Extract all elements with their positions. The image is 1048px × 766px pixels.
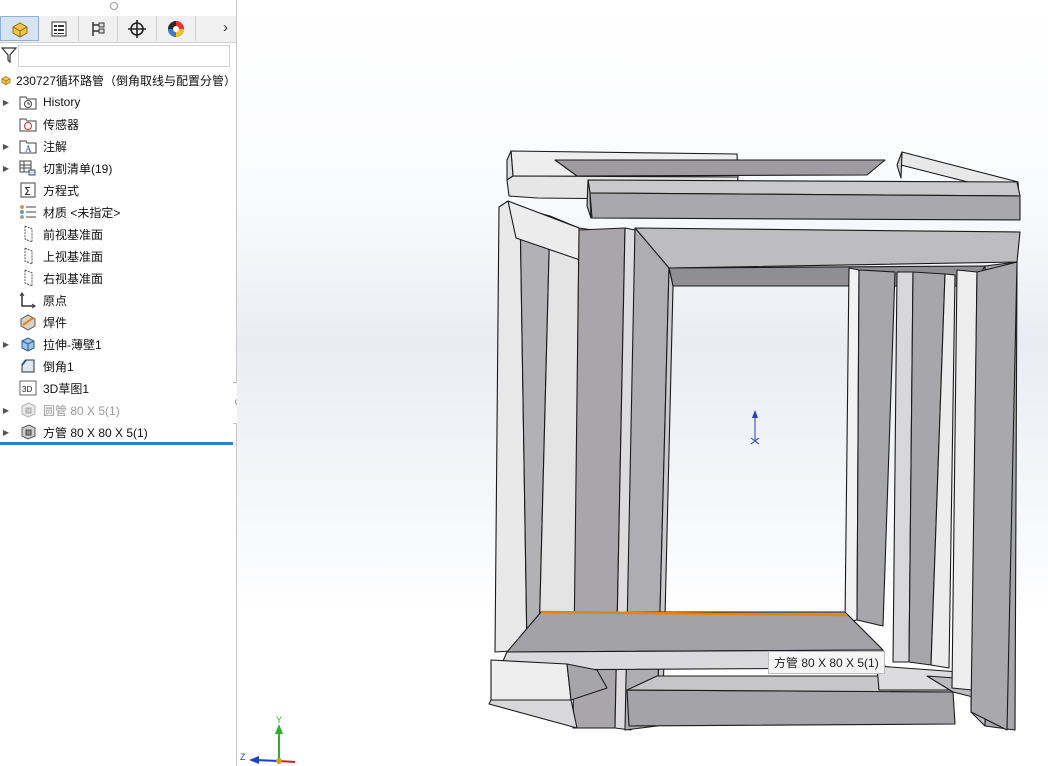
- sensor-folder-icon: [19, 115, 37, 133]
- tree-item-label: 切割清单(19): [43, 161, 113, 176]
- tree-item[interactable]: 传感器: [0, 114, 236, 134]
- part-name: 230727循环路管（倒角取线与配置分管）: [15, 73, 236, 88]
- tree-item-label: 方管 80 X 80 X 5(1): [43, 425, 148, 440]
- tree-item[interactable]: 原点: [0, 290, 236, 310]
- tree-root[interactable]: 230727循环路管（倒角取线与配置分管）: [0, 70, 236, 90]
- tree-item-label: 圆管 80 X 5(1): [43, 403, 120, 418]
- plane-icon: [19, 247, 37, 265]
- tree-item-label: 上视基准面: [43, 249, 104, 264]
- tree-item-label: 方程式: [43, 183, 80, 198]
- filter-row: [0, 43, 236, 67]
- extrude-thin-icon: [19, 335, 37, 353]
- tree-item-label: 右视基准面: [43, 271, 104, 286]
- display-manager-tab[interactable]: [156, 16, 196, 41]
- hover-tooltip: 方管 80 X 80 X 5(1): [768, 651, 885, 674]
- tree-item[interactable]: 上视基准面: [0, 246, 236, 266]
- graphics-area[interactable]: Y Z 方管 80 X 80 X 5(1): [237, 0, 1048, 766]
- tree-item[interactable]: Σ 方程式: [0, 180, 236, 200]
- tree-item[interactable]: 右视基准面: [0, 268, 236, 288]
- configuration-icon: [91, 21, 104, 36]
- expand-arrow-icon[interactable]: ▶: [3, 136, 9, 156]
- panel-grip[interactable]: [110, 2, 118, 10]
- expand-arrow-icon[interactable]: ▶: [3, 400, 9, 420]
- triad-y-label: Y: [276, 715, 282, 725]
- filter-icon[interactable]: [1, 47, 17, 63]
- svg-text:A: A: [25, 144, 32, 154]
- structural-member-icon: [19, 423, 37, 441]
- tree-item[interactable]: ▶ 拉伸-薄壁1: [0, 334, 236, 354]
- property-icon: [51, 21, 66, 36]
- tree-item[interactable]: 焊件: [0, 312, 236, 332]
- tree-item[interactable]: 材质 <未指定>: [0, 202, 236, 222]
- tree-item[interactable]: 3D 3D草图1: [0, 378, 236, 398]
- tree-item-label: 3D草图1: [43, 381, 90, 396]
- tree-item-label: 注解: [43, 139, 68, 154]
- configuration-manager-tab[interactable]: [78, 16, 118, 41]
- tree-item[interactable]: ▶ 切割清单(19): [0, 158, 236, 178]
- chevron-right-icon[interactable]: ›: [223, 19, 228, 36]
- cut-list-icon: [19, 159, 37, 177]
- tree-item[interactable]: 倒角1: [0, 356, 236, 376]
- weldment-icon: [19, 313, 37, 331]
- tree-item-label: 倒角1: [43, 359, 74, 374]
- history-folder-icon: [19, 93, 37, 111]
- plane-icon: [19, 269, 37, 287]
- svg-text:3D: 3D: [22, 385, 32, 394]
- origin-icon: [19, 291, 37, 309]
- manager-tabs: ›: [0, 16, 236, 43]
- expand-arrow-icon[interactable]: ▶: [3, 422, 9, 442]
- expand-arrow-icon[interactable]: ▶: [3, 158, 9, 178]
- expand-arrow-icon[interactable]: ▶: [3, 92, 9, 112]
- tree-item[interactable]: 前视基准面: [0, 224, 236, 244]
- tree-item-label: 传感器: [43, 117, 80, 132]
- tree-item[interactable]: ▶ A 注解: [0, 136, 236, 156]
- tree-item-label: 焊件: [43, 315, 68, 330]
- rollback-bar[interactable]: [0, 442, 233, 445]
- triad-z-label: Z: [240, 752, 246, 762]
- 3d-sketch-icon: 3D: [19, 379, 37, 397]
- dimxpert-tab[interactable]: [117, 16, 157, 41]
- tree-item[interactable]: ▶ 方管 80 X 80 X 5(1): [0, 422, 236, 442]
- model-view[interactable]: Y Z: [237, 0, 1048, 766]
- annotation-folder-icon: A: [19, 137, 37, 155]
- crosshair-icon: [127, 19, 146, 38]
- color-wheel-icon: [167, 20, 184, 37]
- feature-manager-panel: › 230727循环路管（倒角取线与配置分管） ▶ History 传感器 ▶ A 注解 ▶…: [0, 0, 244, 766]
- material-icon: [19, 203, 37, 221]
- structural-member-icon: [19, 401, 37, 419]
- tree-item-label: 原点: [43, 293, 68, 308]
- view-triad[interactable]: [249, 724, 296, 764]
- plane-icon: [19, 225, 37, 243]
- feature-manager-tab[interactable]: [0, 16, 39, 41]
- tree-item-label: 前视基准面: [43, 227, 104, 242]
- tree-item[interactable]: ▶ 圆管 80 X 5(1): [0, 400, 236, 420]
- filter-input[interactable]: [18, 45, 230, 67]
- part-icon: [12, 21, 27, 38]
- svg-text:Σ: Σ: [24, 185, 31, 198]
- tree-item-label: 拉伸-薄壁1: [43, 337, 102, 352]
- equations-icon: Σ: [19, 181, 37, 199]
- tree-item[interactable]: ▶ History: [0, 92, 236, 112]
- chamfer-icon: [19, 357, 37, 375]
- tree-item-label: 材质 <未指定>: [43, 205, 121, 220]
- expand-arrow-icon[interactable]: ▶: [3, 334, 9, 354]
- part-icon: [1, 76, 11, 86]
- tree-item-label: History: [43, 95, 81, 109]
- property-manager-tab[interactable]: [39, 16, 79, 41]
- origin-marker: [750, 410, 760, 445]
